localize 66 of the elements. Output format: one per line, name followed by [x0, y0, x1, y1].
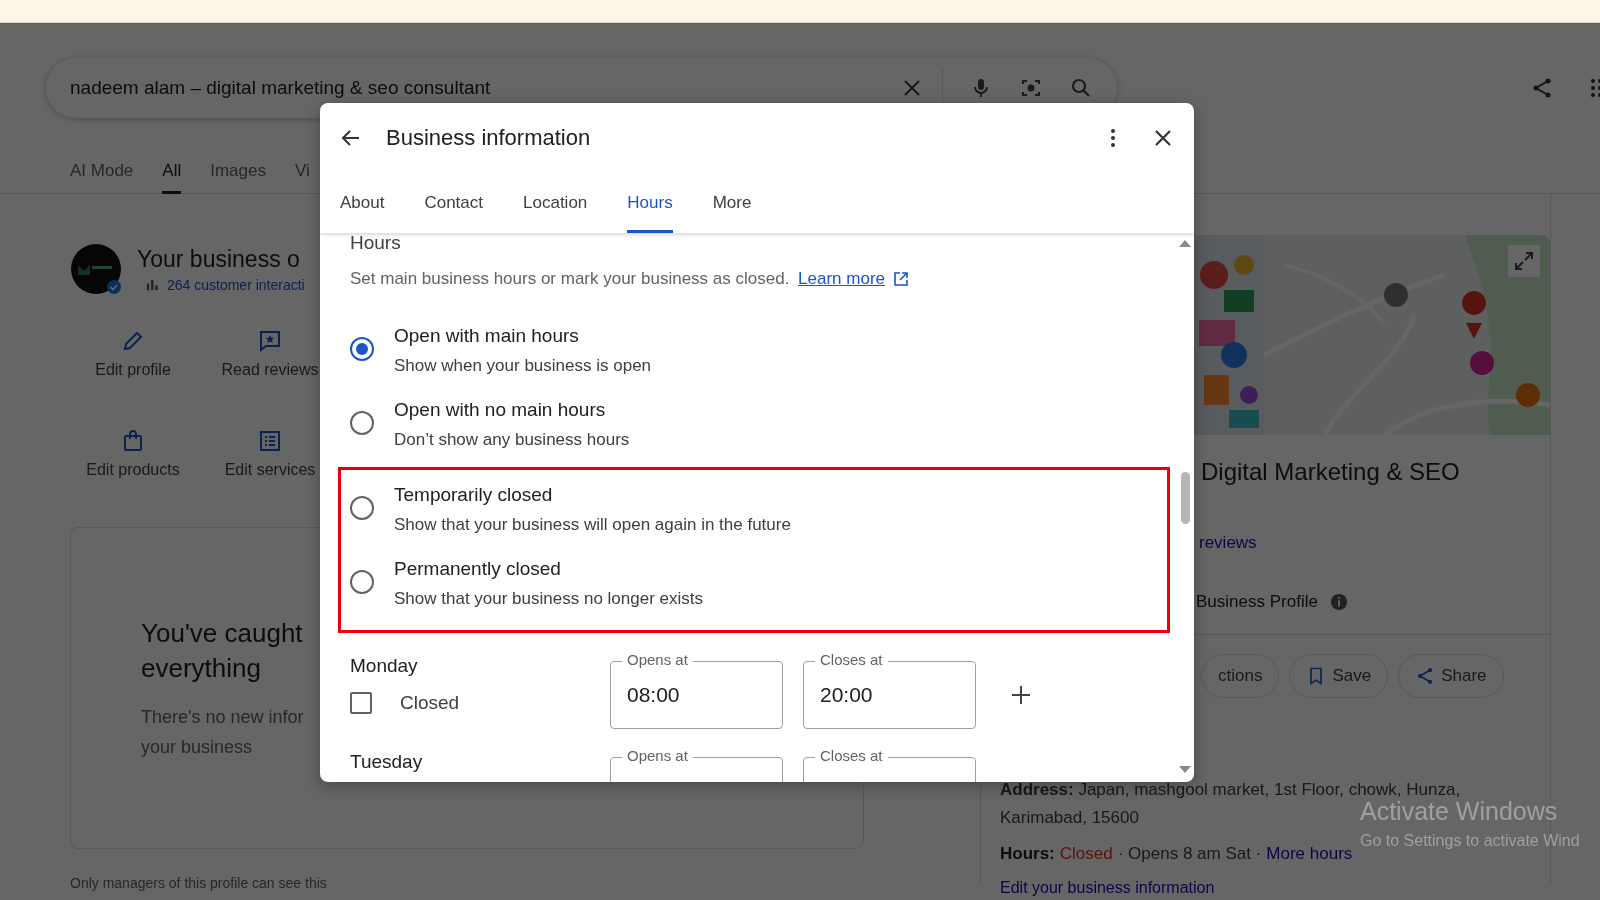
- search-query: nadeem alam – digital marketing & seo consultant: [70, 77, 492, 99]
- day-label: Tuesday: [350, 751, 424, 773]
- radio-button[interactable]: [350, 570, 374, 594]
- action-link[interactable]: Edit products: [86, 461, 180, 479]
- option-title: Temporarily closed: [394, 484, 554, 506]
- panel-button[interactable]: ctions: [1201, 654, 1280, 698]
- checkbox[interactable]: [350, 692, 372, 714]
- dialog-tab[interactable]: Contact: [424, 173, 484, 233]
- dialog-tab[interactable]: Hours: [627, 173, 673, 233]
- dialog-tab[interactable]: Location: [523, 173, 588, 233]
- panel-button[interactable]: Share: [1398, 654, 1504, 698]
- closed-label: Closed: [400, 692, 460, 714]
- search-field[interactable]: nadeem alam – digital marketing & seo consultant: [46, 58, 1117, 118]
- more-hours-link[interactable]: More hours: [1266, 844, 1353, 864]
- profile-label: Business Profile: [1196, 592, 1318, 612]
- pencil-icon[interactable]: [121, 329, 145, 353]
- scroll-up-icon[interactable]: [1179, 239, 1191, 247]
- description-text: Set main business hours or mark your business as closed. Learn more: [350, 269, 1164, 289]
- reviews-link[interactable]: reviews: [1199, 533, 1257, 553]
- day-label: Monday: [350, 655, 419, 677]
- option-title: Permanently closed: [394, 558, 562, 580]
- search-tab[interactable]: All: [162, 154, 182, 194]
- dialog-tab[interactable]: About: [340, 173, 385, 233]
- radio-button[interactable]: [350, 411, 374, 435]
- learn-more-link[interactable]: Learn more: [798, 269, 910, 289]
- avatar-icon: [70, 243, 122, 295]
- search-tab[interactable]: AI Mode: [70, 154, 134, 194]
- radio-button[interactable]: [350, 496, 374, 520]
- action-link[interactable]: Edit profile: [95, 361, 171, 379]
- search-tab[interactable]: Images: [210, 154, 266, 194]
- expand-icon[interactable]: [1508, 245, 1540, 277]
- shopping-bag-icon[interactable]: [121, 429, 145, 453]
- dialog-title: Business information: [386, 125, 592, 151]
- activation-notice-text: Go to Settings to activate Wind: [1360, 832, 1580, 850]
- external-link-icon: [893, 271, 910, 287]
- hours-label: Hours:: [1000, 844, 1055, 864]
- card-text: There's no new infor your business: [141, 706, 305, 759]
- search-tab[interactable]: Vi: [294, 154, 310, 194]
- action-link[interactable]: Edit services: [224, 461, 316, 479]
- option-subtitle: Show that your business no longer exists: [394, 589, 703, 609]
- option-title: Open with no main hours: [394, 399, 607, 421]
- action-link[interactable]: Read reviews: [221, 361, 319, 379]
- scroll-down-icon[interactable]: [1179, 766, 1191, 774]
- list-icon[interactable]: [258, 429, 282, 453]
- business-title: Your business o: [137, 245, 301, 273]
- interactions-link[interactable]: 264 customer interacti: [167, 276, 305, 293]
- hours-status: Closed: [1059, 844, 1113, 864]
- radio-button[interactable]: [350, 337, 374, 361]
- panel-button[interactable]: Save: [1289, 654, 1389, 698]
- dialog-tab[interactable]: More: [712, 173, 752, 233]
- plus-icon[interactable]: [1009, 683, 1033, 707]
- footer-note: Only managers of this profile can see this: [70, 875, 328, 891]
- info-icon[interactable]: [1329, 593, 1348, 611]
- option-title: Open with main hours: [394, 325, 580, 347]
- address-line: Karimabad, 15600: [1000, 807, 1139, 829]
- bar-chart-icon: [145, 277, 160, 292]
- business-name: Digital Marketing & SEO: [1201, 458, 1461, 486]
- section-title: Hours: [350, 233, 402, 254]
- edit-info-link[interactable]: Edit your business information: [1000, 879, 1215, 897]
- option-subtitle: Don’t show any business hours: [394, 430, 630, 450]
- option-subtitle: Show that your business will open again in the future: [394, 515, 791, 535]
- scrollbar-thumb[interactable]: [1181, 472, 1190, 524]
- review-icon[interactable]: [258, 329, 282, 353]
- card-title: You've caught everything: [141, 617, 304, 685]
- option-subtitle: Show when your business is open: [394, 356, 652, 376]
- hours-detail: · Opens 8 am Sat ·: [1117, 844, 1262, 864]
